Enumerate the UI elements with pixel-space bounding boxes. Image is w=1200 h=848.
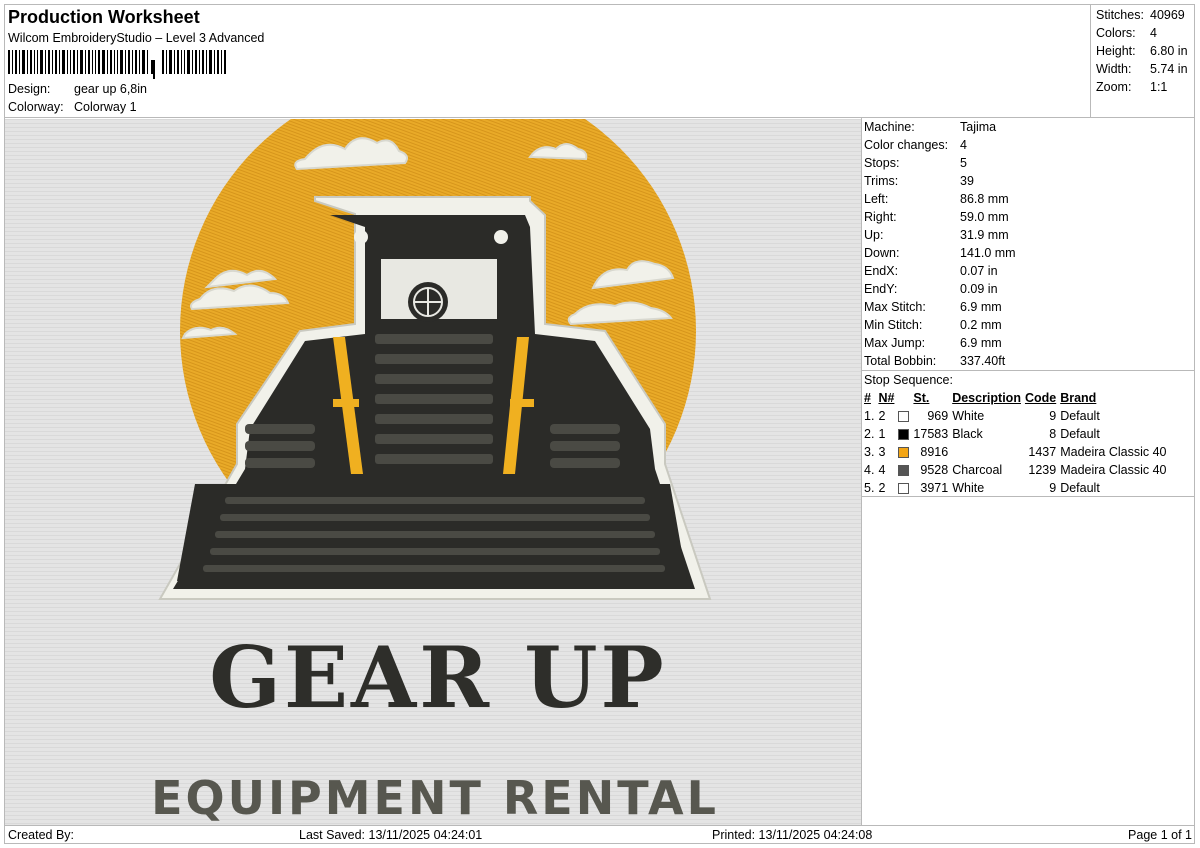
col-header: Description — [952, 391, 1021, 405]
summary-stats: Stitches: 40969 Colors: 4 Height: 6.80 in W… — [1096, 6, 1188, 96]
divider — [4, 117, 1195, 118]
colorway-value: Colorway 1 — [74, 100, 137, 114]
created-by: Created By: — [8, 828, 75, 842]
machine-row: EndY: 0.09 in — [864, 282, 998, 296]
headlight-right — [494, 230, 508, 244]
stop-sequence-table: # N# St. Description Code Brand 1. 2 969 Wh… — [862, 389, 1169, 497]
machine-row: Max Jump: 6.9 mm — [864, 336, 1002, 350]
color-swatch — [896, 479, 911, 497]
color-swatch — [896, 461, 911, 479]
software-name: Wilcom EmbroideryStudio – Level 3 Advanc… — [8, 31, 265, 45]
table-row: 4. 4 9528 Charcoal 1239 Madeira Classic 40 — [862, 461, 1169, 479]
col-header: N# — [878, 391, 895, 405]
stitch-count: 969 — [927, 409, 949, 423]
summary-row: Colors: 4 — [1096, 26, 1157, 40]
stop-number: 1. — [864, 409, 875, 423]
last-saved: Last Saved: 13/11/2025 04:24:01 — [299, 828, 483, 842]
stitch-count: 17583 — [913, 427, 949, 441]
col-header: St. — [913, 391, 930, 405]
design-label: Design: — [8, 82, 51, 96]
thread-brand: Default — [1060, 481, 1100, 495]
machine-row: Trims: 39 — [864, 174, 974, 188]
thread-brand: Default — [1060, 409, 1100, 423]
color-swatch — [896, 443, 911, 461]
color-description: Black — [952, 427, 983, 441]
colorway-row: Colorway: Colorway 1 — [8, 100, 137, 114]
summary-row: Stitches: 40969 — [1096, 8, 1185, 22]
col-header: # — [864, 391, 871, 405]
footer: Created By: Last Saved: 13/11/2025 04:24… — [8, 826, 1192, 844]
needle-number: 2 — [878, 481, 886, 495]
machine-row: Left: 86.8 mm — [864, 192, 1009, 206]
color-swatch — [896, 407, 911, 425]
color-swatch-box — [898, 465, 910, 477]
design-headline: GEAR UP — [209, 628, 666, 727]
needle-number: 4 — [878, 463, 886, 477]
summary-row: Width: 5.74 in — [1096, 62, 1188, 76]
design-row: Design: gear up 6,8in — [8, 82, 147, 96]
colorway-label: Colorway: — [8, 100, 64, 114]
col-header-swatch — [896, 389, 911, 407]
stitch-count: 9528 — [920, 463, 949, 477]
printed-date: Printed: 13/11/2025 04:24:08 — [712, 828, 873, 842]
col-header: Code — [1024, 391, 1057, 405]
machine-row: Up: 31.9 mm — [864, 228, 1009, 242]
summary-row: Zoom: 1:1 — [1096, 80, 1168, 94]
machine-row: Total Bobbin: 337.40ft — [864, 354, 1006, 368]
page-number: Page 1 of 1 — [1128, 828, 1192, 842]
barcode — [8, 50, 226, 79]
stitch-count: 3971 — [920, 481, 949, 495]
machine-row: Stops: 5 — [864, 156, 967, 170]
color-description: Charcoal — [952, 463, 1003, 477]
stop-number: 5. — [864, 481, 875, 495]
thread-code: 1437 — [1028, 445, 1057, 459]
machine-info: Machine: Tajima Color changes: 4 Stops: 5 T… — [864, 118, 1016, 370]
machine-row: Machine: Tajima — [864, 120, 997, 134]
needle-number: 2 — [878, 409, 886, 423]
design-preview: GEAR UP EQUIPMENT RENTAL — [5, 119, 861, 825]
thread-code: 8 — [1049, 427, 1057, 441]
thread-code: 9 — [1049, 409, 1057, 423]
machine-row: Min Stitch: 0.2 mm — [864, 318, 1002, 332]
needle-number: 1 — [878, 427, 886, 441]
table-row: 3. 3 8916 1437 Madeira Classic 40 — [862, 443, 1169, 461]
stop-number: 4. — [864, 463, 875, 477]
table-header-row: # N# St. Description Code Brand — [862, 389, 1169, 407]
machine-row: Color changes: 4 — [864, 138, 967, 152]
color-swatch-box — [898, 483, 910, 495]
headlight-left — [354, 230, 368, 244]
thread-brand: Madeira Classic 40 — [1060, 463, 1167, 477]
thread-code: 1239 — [1028, 463, 1057, 477]
table-row: 5. 2 3971 White 9 Default — [862, 479, 1169, 497]
table-row: 2. 1 17583 Black 8 Default — [862, 425, 1169, 443]
summary-row: Height: 6.80 in — [1096, 44, 1188, 58]
thread-brand: Madeira Classic 40 — [1060, 445, 1167, 459]
color-swatch-box — [898, 447, 910, 459]
color-description: White — [952, 409, 985, 423]
thread-code: 9 — [1049, 481, 1057, 495]
stop-number: 2. — [864, 427, 875, 441]
page-title: Production Worksheet — [8, 7, 200, 27]
thread-brand: Default — [1060, 427, 1100, 441]
machine-row: EndX: 0.07 in — [864, 264, 998, 278]
table-row: 1. 2 969 White 9 Default — [862, 407, 1169, 425]
stitch-count: 8916 — [920, 445, 949, 459]
stop-sequence-title: Stop Sequence: — [864, 373, 953, 387]
divider — [1090, 4, 1091, 118]
stop-number: 3. — [864, 445, 875, 459]
machine-row: Down: 141.0 mm — [864, 246, 1016, 260]
color-swatch — [896, 425, 911, 443]
machine-row: Right: 59.0 mm — [864, 210, 1009, 224]
color-description: White — [952, 481, 985, 495]
machine-row: Max Stitch: 6.9 mm — [864, 300, 1002, 314]
needle-number: 3 — [878, 445, 886, 459]
embroidery-design-image: GEAR UP EQUIPMENT RENTAL — [5, 119, 861, 825]
design-value: gear up 6,8in — [74, 82, 147, 96]
color-description — [950, 443, 1023, 461]
color-swatch-box — [898, 429, 910, 441]
color-swatch-box — [898, 411, 910, 423]
design-subheadline: EQUIPMENT RENTAL — [151, 771, 719, 825]
col-header: Brand — [1060, 391, 1097, 405]
